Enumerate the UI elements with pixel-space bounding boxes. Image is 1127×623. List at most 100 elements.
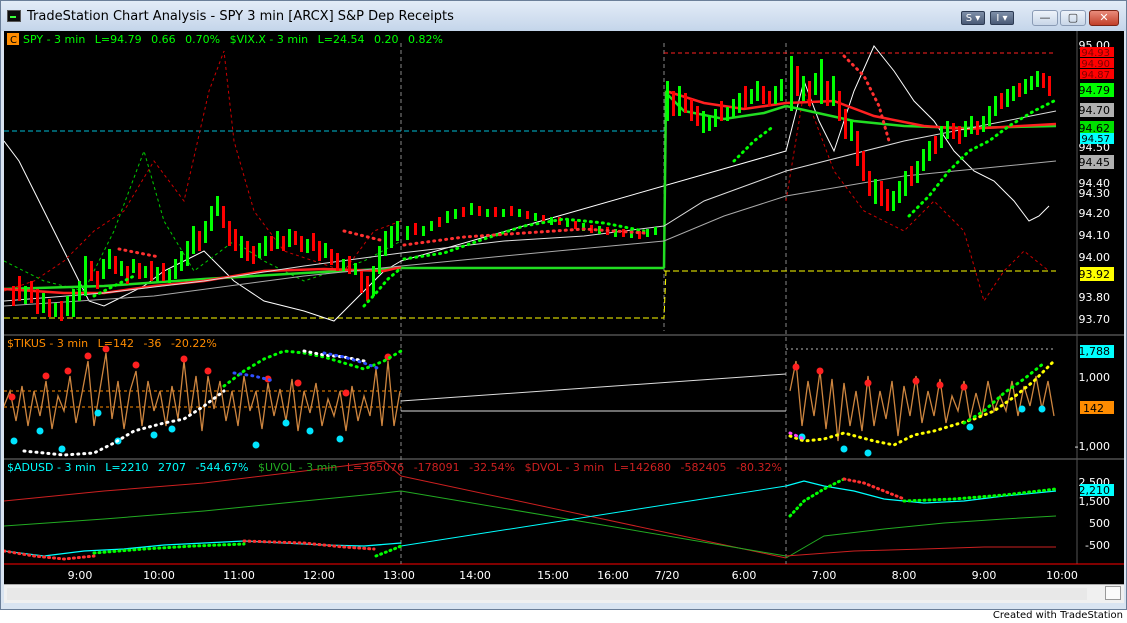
spy-candles-day2[interactable] <box>666 56 1051 211</box>
spy-candles-day1-pm[interactable] <box>406 203 657 240</box>
breadth-pane[interactable]: 1,500 500 -500 2,500 2,210 $ADUSD - 3 mi… <box>2 460 1114 561</box>
window-title: TradeStation Chart Analysis - SPY 3 min … <box>27 9 454 24</box>
price-badge-3: 94.87 <box>1081 70 1110 81</box>
time-label: 6:00 <box>732 569 757 582</box>
pane3-symbol: $ADUSD - 3 min <box>7 461 96 474</box>
price-badge-2: 94.90 <box>1081 59 1110 70</box>
ad-tick-3: 500 <box>1089 517 1110 530</box>
time-label: 7:00 <box>812 569 837 582</box>
pane3-chg3: -582405 <box>681 461 727 474</box>
pane3-last2: L=365076 <box>347 461 404 474</box>
pane1-symbol2: $VIX.X - 3 min <box>230 33 309 46</box>
vix-dotted-red <box>3 50 402 292</box>
time-label: 14:00 <box>459 569 491 582</box>
time-label: 16:00 <box>597 569 629 582</box>
pane1-symbol: SPY - 3 min <box>23 33 85 46</box>
spy-candles-day1[interactable] <box>12 196 399 321</box>
price-pane[interactable]: 95.00 94.40 94.30 94.20 94.10 94.00 93.8… <box>3 33 1114 326</box>
pane1-last: L=94.79 <box>95 33 142 46</box>
adv-line-day1 <box>3 540 402 557</box>
footer-credit: Created with TradeStation <box>992 610 1123 621</box>
pane3-header: $ADUSD - 3 min L=2210 2707 -544.67% $UVO… <box>7 461 782 474</box>
price-badge-9: 93.92 <box>1079 268 1111 281</box>
pane1-chg: 0.66 <box>151 33 176 46</box>
time-label: 9:00 <box>68 569 93 582</box>
chart-badge-letter: C <box>10 35 17 46</box>
pane3-pct2: -32.54% <box>469 461 515 474</box>
chart-canvas[interactable]: 95.00 94.40 94.30 94.20 94.10 94.00 93.8… <box>2 31 1124 584</box>
price-tick-8: 93.70 <box>1079 313 1111 326</box>
pane3-symbol2: $UVOL - 3 min <box>258 461 337 474</box>
dvol-line-day2 <box>785 546 1056 557</box>
time-label: 8:00 <box>892 569 917 582</box>
dvol-line-gap <box>400 475 787 559</box>
pane2-header: $TIKUS - 3 min L=142 -36 -20.22% <box>7 337 217 350</box>
tick-histogram-day2 <box>789 360 1055 442</box>
horizontal-scrollbar[interactable] <box>4 584 1124 603</box>
time-label: 10:00 <box>1046 569 1078 582</box>
close-button[interactable]: ✕ <box>1089 10 1119 26</box>
time-label: 13:00 <box>383 569 415 582</box>
time-label: 12:00 <box>303 569 335 582</box>
chart-app-icon <box>7 10 21 22</box>
ad-badge: 2,210 <box>1079 484 1111 497</box>
tick-badge-high: 1,788 <box>1079 345 1111 358</box>
tick-histogram-day1 <box>3 352 401 432</box>
pane1-pct2: 0.82% <box>408 33 443 46</box>
interval-link-button[interactable]: I ▾ <box>990 11 1014 25</box>
time-axis[interactable]: 9:00 10:00 11:00 12:00 13:00 14:00 15:00… <box>68 569 1078 582</box>
price-tick-7: 93.80 <box>1079 291 1111 304</box>
symbol-link-button[interactable]: S ▾ <box>961 11 985 25</box>
price-badges: 94.93 94.90 94.87 94.79 94.70 94.62 94.5… <box>1079 47 1114 281</box>
pane2-pct: -20.22% <box>171 337 217 350</box>
pane3-pct3: -80.32% <box>736 461 782 474</box>
time-label: 7/20 <box>655 569 680 582</box>
pane2-symbol: $TIKUS - 3 min <box>7 337 88 350</box>
price-badge-1: 94.93 <box>1081 48 1110 59</box>
tick-gap-line-2 <box>400 373 787 402</box>
price-tick-5: 94.10 <box>1079 229 1111 242</box>
pane2-last: L=142 <box>98 337 134 350</box>
uvol-line-day1 <box>3 490 402 527</box>
time-label: 15:00 <box>537 569 569 582</box>
pane2-chg: -36 <box>143 337 161 350</box>
time-label: 11:00 <box>223 569 255 582</box>
price-badge-5: 94.70 <box>1079 104 1111 117</box>
ad-tick-4: -500 <box>1085 539 1110 552</box>
adv-dots-red-2 <box>242 539 376 551</box>
pane3-chg: 2707 <box>158 461 186 474</box>
time-label: 10:00 <box>143 569 175 582</box>
pane1-last2: L=24.54 <box>318 33 365 46</box>
pane3-last: L=2210 <box>105 461 148 474</box>
price-badge-8: 94.45 <box>1079 156 1111 169</box>
pane1-chg2: 0.20 <box>374 33 399 46</box>
chart-area[interactable]: 95.00 94.40 94.30 94.20 94.10 94.00 93.8… <box>2 31 1124 584</box>
tick-low-dots <box>10 405 1046 457</box>
uvol-line-gap <box>400 490 787 557</box>
tick-axis-tick-2: -1,000 <box>1075 440 1110 453</box>
title-bar[interactable]: TradeStation Chart Analysis - SPY 3 min … <box>1 1 1126 31</box>
adv-line-gap <box>400 485 787 547</box>
pane1-pct: 0.70% <box>185 33 220 46</box>
pane1-header: SPY - 3 min L=94.79 0.66 0.70% $VIX.X - … <box>23 33 443 46</box>
pane3-pct: -544.67% <box>196 461 249 474</box>
scrollbar-track[interactable] <box>7 588 1087 600</box>
tick-ma-white <box>22 389 226 457</box>
adv-dots-green-2 <box>374 544 403 558</box>
maximize-button[interactable]: ▢ <box>1060 10 1086 26</box>
tick-pane[interactable]: 1,000 -1,000 1,788 142 $TIKUS - 3 min L=… <box>3 337 1114 457</box>
price-tick-4: 94.20 <box>1079 207 1111 220</box>
price-badge-4: 94.79 <box>1079 84 1111 97</box>
price-tick-3: 94.30 <box>1079 187 1111 200</box>
minimize-button[interactable]: — <box>1032 10 1058 26</box>
price-tick-6: 94.00 <box>1079 251 1111 264</box>
pane3-chg2: -178091 <box>414 461 460 474</box>
pane3-symbol3: $DVOL - 3 min <box>525 461 605 474</box>
ma-red-day2 <box>665 89 1057 131</box>
tick-badge-last: 142 <box>1083 402 1104 415</box>
chart-window: TradeStation Chart Analysis - SPY 3 min … <box>0 0 1127 610</box>
scrollbar-thumb[interactable] <box>1105 586 1121 600</box>
uvol-line-day2 <box>785 515 1057 559</box>
pane3-last3: L=142680 <box>614 461 671 474</box>
tick-high-dots <box>8 345 968 401</box>
